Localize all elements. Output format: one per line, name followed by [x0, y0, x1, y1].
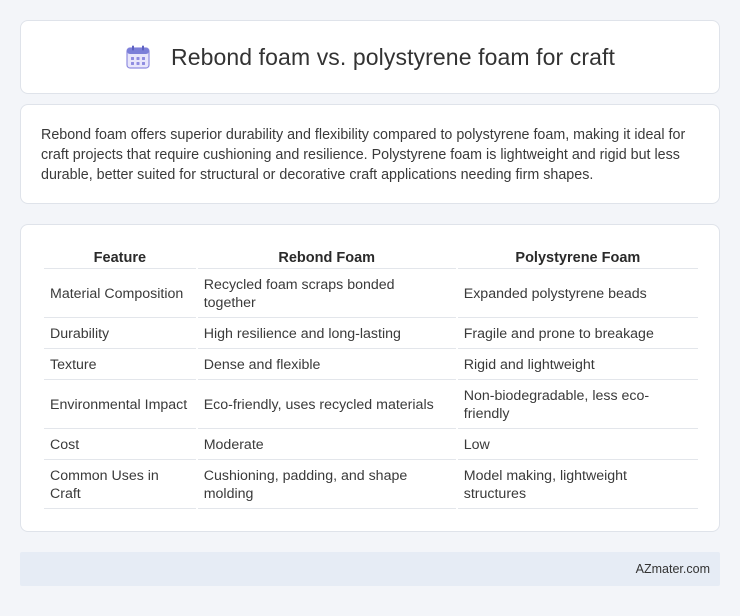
footer: AZmater.com [20, 552, 720, 586]
table-cell: Non-biodegradable, less eco-friendly [457, 382, 698, 429]
table-cell: Environmental Impact [44, 382, 196, 429]
table-cell: Expanded polystyrene beads [457, 271, 698, 318]
column-header-rebond-foam: Rebond Foam [197, 247, 456, 269]
table-cell: Cushioning, padding, and shape molding [197, 462, 456, 509]
table-cell: Eco-friendly, uses recycled materials [197, 382, 456, 429]
table-cell: Rigid and lightweight [457, 351, 698, 380]
table-header-row: Feature Rebond Foam Polystyrene Foam [44, 247, 698, 269]
table-cell: Texture [44, 351, 196, 380]
table-cell: Durability [44, 320, 196, 349]
table-cell: Model making, lightweight structures [457, 462, 698, 509]
comparison-table: Feature Rebond Foam Polystyrene Foam Mat… [42, 245, 700, 511]
column-header-polystyrene-foam: Polystyrene Foam [457, 247, 698, 269]
table-cell: Recycled foam scraps bonded together [197, 271, 456, 318]
summary-card: Rebond foam offers superior durability a… [20, 104, 720, 204]
table-cell: Dense and flexible [197, 351, 456, 380]
table-row: Common Uses in Craft Cushioning, padding… [44, 462, 698, 509]
table-row: Cost Moderate Low [44, 431, 698, 460]
footer-site-link[interactable]: AZmater.com [636, 562, 710, 576]
table-cell: Moderate [197, 431, 456, 460]
column-header-feature: Feature [44, 247, 196, 269]
comparison-table-card: Feature Rebond Foam Polystyrene Foam Mat… [20, 224, 720, 532]
table-row: Environmental Impact Eco-friendly, uses … [44, 382, 698, 429]
table-row: Texture Dense and flexible Rigid and lig… [44, 351, 698, 380]
table-row: Material Composition Recycled foam scrap… [44, 271, 698, 318]
table-cell: Cost [44, 431, 196, 460]
table-cell: Fragile and prone to breakage [457, 320, 698, 349]
table-cell: Common Uses in Craft [44, 462, 196, 509]
page-title: Rebond foam vs. polystyrene foam for cra… [171, 43, 615, 70]
table-cell: Low [457, 431, 698, 460]
table-row: Durability High resilience and long-last… [44, 320, 698, 349]
table-cell: Material Composition [44, 271, 196, 318]
title-card: Rebond foam vs. polystyrene foam for cra… [20, 20, 720, 94]
summary-text: Rebond foam offers superior durability a… [41, 127, 686, 183]
calendar-icon [125, 44, 151, 70]
table-cell: High resilience and long-lasting [197, 320, 456, 349]
